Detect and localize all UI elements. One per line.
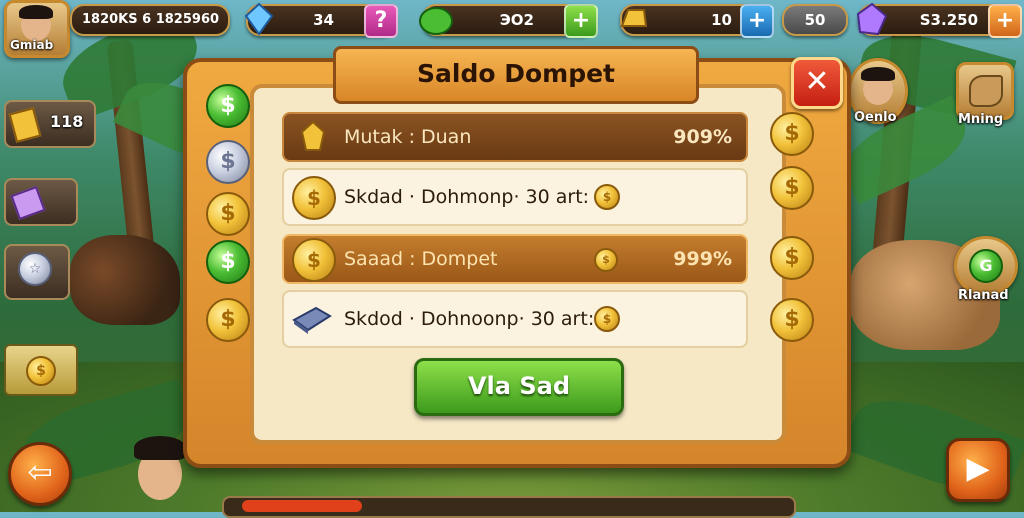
left-tile-gold[interactable]: 118 xyxy=(4,100,96,148)
gorilla-creature xyxy=(70,235,180,325)
gold-crystal-icon xyxy=(300,120,326,151)
wallet-row[interactable]: $ Saaad : Dompet $ 999% xyxy=(282,234,748,284)
avatar-hair xyxy=(19,5,53,19)
gold-bar-icon xyxy=(620,9,648,27)
small-coin-icon: $ xyxy=(594,248,618,272)
green-resource-bar: ЭО2 + xyxy=(419,4,598,38)
progress-bar xyxy=(222,496,796,518)
wallet-row[interactable]: Mutak : Duan 909% xyxy=(282,112,748,162)
friend-name: Oenlo xyxy=(854,110,897,125)
ticket-icon xyxy=(8,107,42,143)
wallet-row[interactable]: Skdod · Dohnoonp· 30 art: $ xyxy=(282,290,748,348)
coin-icon: $ xyxy=(206,84,250,128)
score-bar: 1820KS 6 1825960 xyxy=(70,4,230,36)
left-tile-value: 118 xyxy=(50,112,84,131)
coin-icon: $ xyxy=(292,176,336,220)
guild-label: Rlanad xyxy=(958,288,1009,303)
card-icon xyxy=(10,185,46,221)
friend-hair xyxy=(861,67,895,81)
wallet-row-value: 999% xyxy=(673,248,732,270)
add-gems-button[interactable]: ? xyxy=(364,4,398,38)
cash-icon[interactable]: $ xyxy=(4,344,78,396)
close-button[interactable]: ✕ xyxy=(791,57,843,109)
crystals-bar: S3.250 + xyxy=(856,2,1022,38)
wallet-row-text: Skdod · Dohnoonp· 30 art: xyxy=(344,308,595,330)
medal-icon: ☆ xyxy=(18,252,52,286)
green-pouch-icon xyxy=(419,7,453,35)
character-portrait xyxy=(128,430,190,512)
back-button[interactable]: ⇦ xyxy=(8,442,72,506)
energy-bar: 50 xyxy=(782,4,848,36)
view-balance-button[interactable]: Vla Sad xyxy=(414,358,624,416)
player-name: Gmiab xyxy=(10,38,54,52)
small-coin-icon: $ xyxy=(594,184,620,210)
gold-bar: 10 + xyxy=(620,4,774,38)
coin-icon: $ xyxy=(292,238,336,282)
play-button[interactable]: ▶ xyxy=(946,438,1010,502)
wallet-row-value: 909% xyxy=(673,126,732,148)
wallet-row-text: Skdad · Dohmonp· 30 art: xyxy=(344,186,590,208)
coin-icon: $ xyxy=(206,140,250,184)
coin-icon: $ xyxy=(206,240,250,284)
character-hair xyxy=(134,436,186,460)
progress-fill xyxy=(242,500,362,512)
coin-icon: $ xyxy=(206,298,250,342)
coin-icon: $ xyxy=(770,236,814,280)
small-coin-icon: $ xyxy=(594,306,620,332)
cash-stack-icon xyxy=(292,306,332,334)
add-gold-button[interactable]: + xyxy=(740,4,774,38)
green-resource-value: ЭО2 xyxy=(499,11,534,29)
gems-bar: 34 ? xyxy=(244,2,398,38)
guild-emblem-icon: G xyxy=(969,249,1003,283)
add-crystals-button[interactable]: + xyxy=(988,4,1022,38)
left-tile-medal[interactable]: ☆ xyxy=(4,244,70,300)
purple-crystal-icon xyxy=(856,2,888,36)
wallet-row-text: Saaad : Dompet xyxy=(344,248,498,270)
gold-value: 10 xyxy=(711,11,732,29)
wallet-row[interactable]: $ Skdad · Dohmonp· 30 art: $ xyxy=(282,168,748,226)
coin-icon: $ xyxy=(206,192,250,236)
coin-icon: $ xyxy=(770,166,814,210)
map-icon xyxy=(969,75,1003,107)
gems-value: 34 xyxy=(313,11,334,29)
score-value: 1820KS 6 1825960 xyxy=(82,12,220,27)
wallet-row-text: Mutak : Duan xyxy=(344,126,472,148)
coin-icon: $ xyxy=(770,112,814,156)
dialog-title: Saldo Dompet xyxy=(333,46,699,104)
left-tile-card[interactable] xyxy=(4,178,78,226)
map-label: Mning xyxy=(958,112,1004,127)
blue-gem-icon xyxy=(244,2,274,36)
coin-icon: $ xyxy=(770,298,814,342)
energy-value: 50 xyxy=(804,11,826,29)
add-green-button[interactable]: + xyxy=(564,4,598,38)
guild-button[interactable]: G xyxy=(954,236,1018,296)
crystals-value: S3.250 xyxy=(919,11,978,29)
